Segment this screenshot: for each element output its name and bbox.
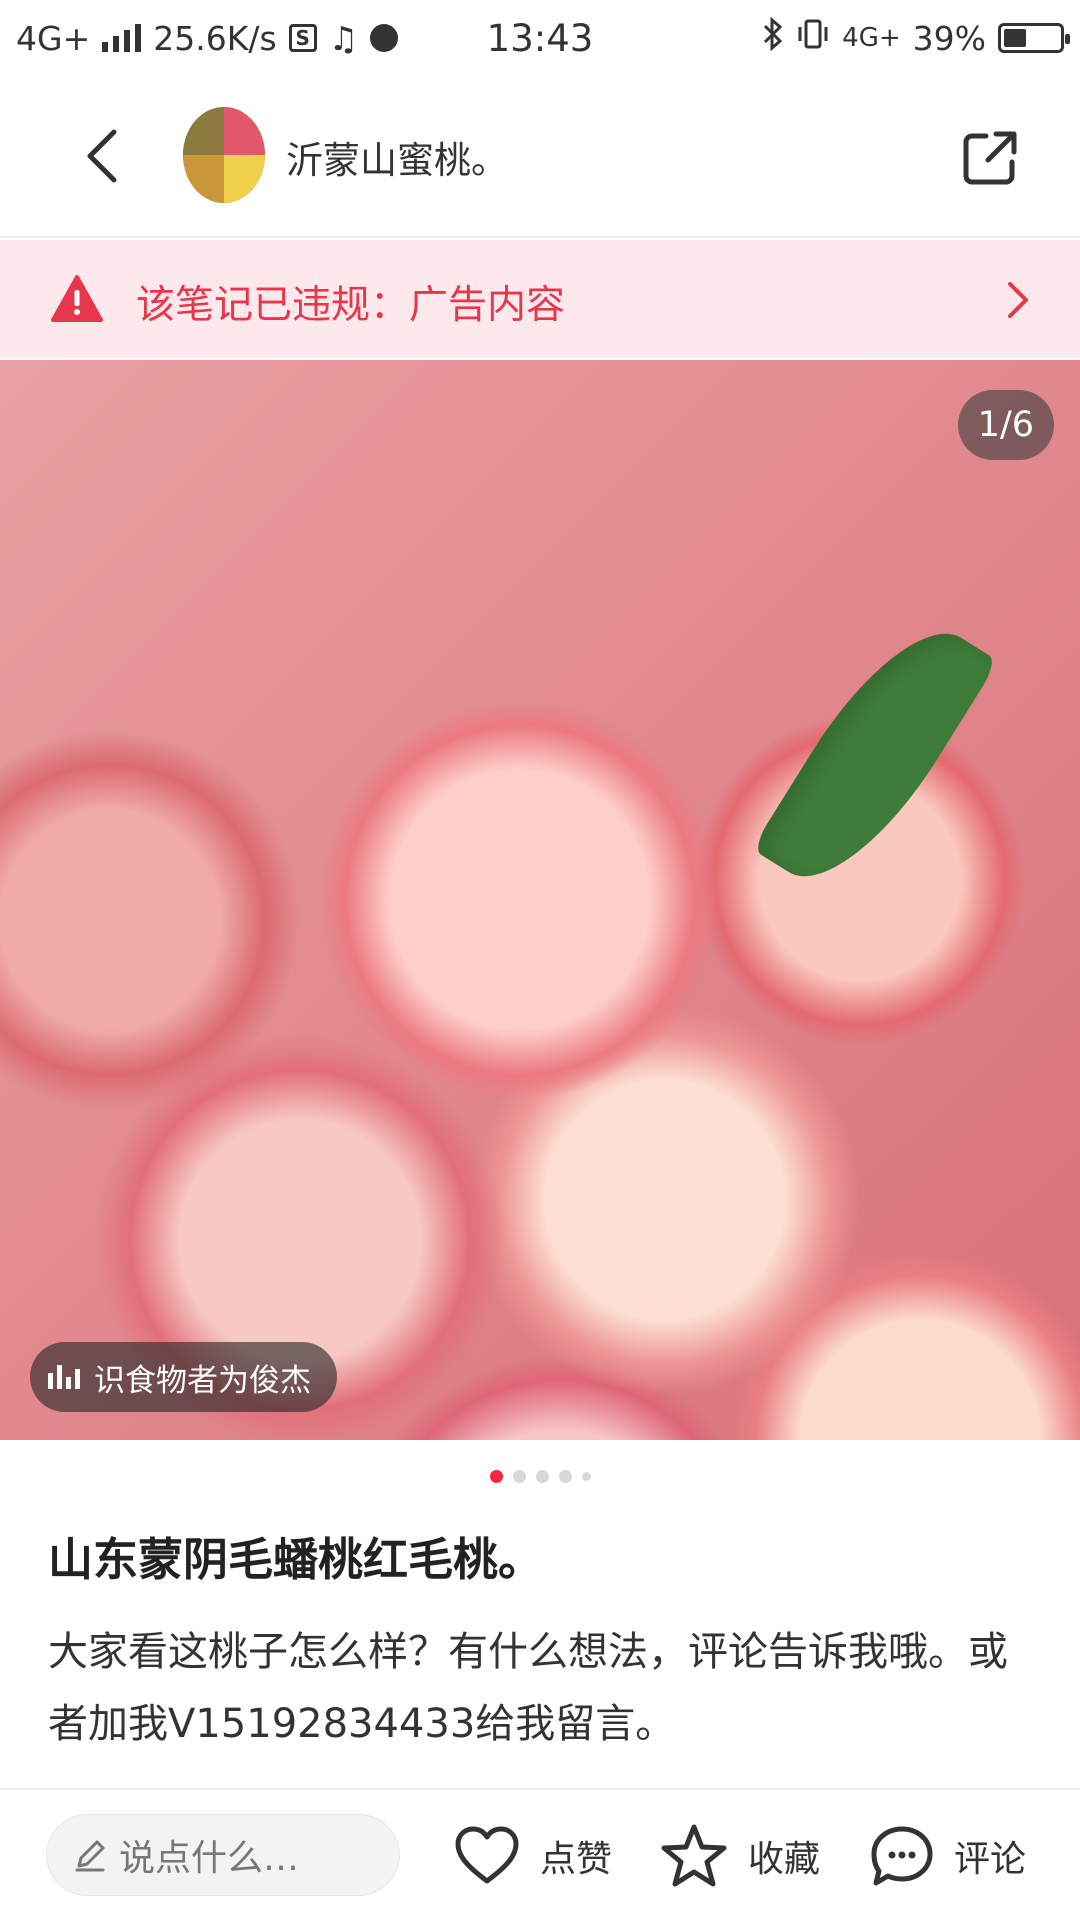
comment-label: 评论 [954, 1839, 1027, 1880]
chevron-left-icon [87, 129, 117, 183]
like-button[interactable]: 点赞 [454, 1820, 612, 1892]
music-icon: ♫ [328, 18, 359, 58]
star-icon [661, 1824, 727, 1887]
carousel-dot [512, 1470, 526, 1483]
share-icon [963, 131, 1017, 185]
battery-percent: 39% [912, 18, 986, 58]
post-image-carousel[interactable]: 1/6 识食物者为俊杰 [0, 360, 1080, 1440]
share-button[interactable] [950, 118, 1030, 198]
carousel-dots [0, 1470, 1080, 1483]
app-circle-icon [370, 24, 399, 52]
chevron-right-icon [1008, 282, 1028, 318]
violation-text: 该笔记已违规：广告内容 [136, 283, 566, 328]
bluetooth-icon [762, 16, 784, 59]
clock: 13:43 [486, 16, 594, 60]
post-title: 山东蒙阴毛蟠桃红毛桃。 [48, 1533, 544, 1586]
bar-chart-icon [48, 1365, 80, 1389]
food-tag-label: 识食物者为俊杰 [94, 1362, 311, 1399]
status-bar: 4G+ 25.6K/s S ♫ 13:43 4G+ 39% [0, 0, 1080, 76]
bottom-action-bar: 说点什么… 点赞 收藏 评论 [0, 1788, 1080, 1920]
warning-icon [51, 275, 103, 322]
network-type: 4G+ [16, 18, 91, 58]
like-label: 点赞 [540, 1839, 613, 1880]
network-type-right: 4G+ [842, 23, 901, 53]
carousel-dot [535, 1470, 549, 1483]
favorite-button[interactable]: 收藏 [660, 1820, 820, 1892]
author-name[interactable]: 沂蒙山蜜桃。 [286, 130, 508, 184]
signal-icon [102, 24, 142, 52]
pencil-icon [75, 1840, 105, 1872]
network-speed: 25.6K/s [153, 18, 277, 58]
back-button[interactable] [62, 116, 142, 196]
carousel-dot-active [489, 1470, 503, 1483]
comment-placeholder: 说点什么… [119, 1838, 300, 1879]
battery-icon [998, 23, 1070, 53]
post-description: 大家看这桃子怎么样？有什么想法，评论告诉我哦。或者加我V15192834433给… [48, 1629, 1008, 1747]
comment-bubble-icon [871, 1826, 933, 1886]
vibrate-icon [796, 17, 830, 59]
leaf-shape [751, 602, 999, 908]
carousel-dot [558, 1470, 572, 1483]
food-recognition-tag[interactable]: 识食物者为俊杰 [30, 1342, 337, 1412]
note-header: 沂蒙山蜜桃。 [0, 76, 1080, 238]
comment-button[interactable]: 评论 [870, 1820, 1026, 1892]
s-app-icon: S [288, 24, 317, 52]
favorite-label: 收藏 [748, 1839, 821, 1880]
comment-input[interactable]: 说点什么… [46, 1814, 400, 1896]
heart-icon [455, 1826, 519, 1884]
author-avatar[interactable] [183, 107, 265, 203]
image-counter: 1/6 [957, 390, 1054, 460]
carousel-dot [581, 1472, 591, 1481]
violation-banner[interactable]: 该笔记已违规：广告内容 [0, 240, 1080, 358]
